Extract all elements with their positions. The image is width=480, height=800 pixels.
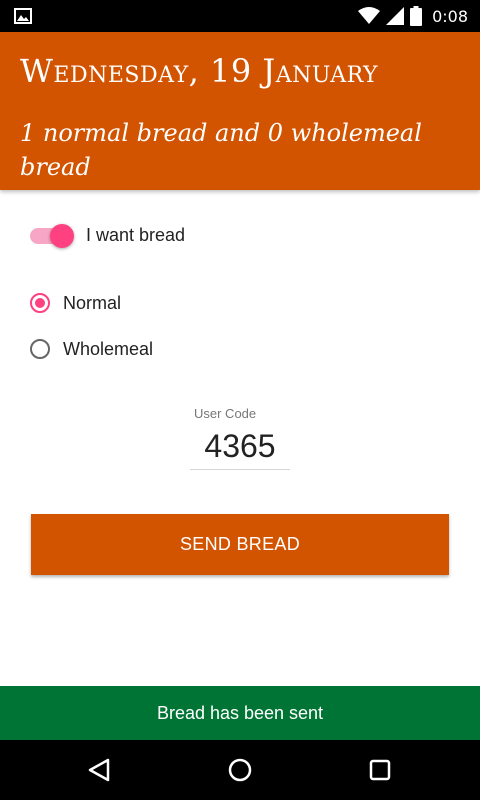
- status-bar: 0:08: [0, 0, 480, 32]
- want-bread-row[interactable]: I want bread: [30, 218, 185, 252]
- radio-wholemeal[interactable]: Wholemeal: [30, 334, 153, 364]
- send-bread-button[interactable]: SEND BREAD: [31, 514, 449, 575]
- status-time: 0:08: [432, 6, 468, 26]
- page-title: Wednesday, 19 January: [20, 52, 378, 90]
- home-icon[interactable]: [227, 757, 253, 783]
- user-code-label: User Code: [194, 406, 257, 421]
- radio-wholemeal-indicator[interactable]: [30, 339, 50, 359]
- want-bread-switch[interactable]: [30, 218, 76, 252]
- want-bread-label[interactable]: I want bread: [86, 225, 185, 246]
- status-icons: 0:08: [358, 5, 468, 27]
- bread-summary: 1 normal bread and 0 wholemeal bread: [20, 119, 422, 181]
- switch-thumb[interactable]: [50, 224, 74, 248]
- radio-normal-indicator[interactable]: [30, 293, 50, 313]
- wifi-icon: [358, 7, 381, 24]
- app-screen: 0:08 Wednesday, 19 January 1 normal brea…: [0, 0, 480, 800]
- recent-apps-icon[interactable]: [367, 757, 393, 783]
- image-icon: [14, 8, 32, 24]
- user-code-input[interactable]: [190, 424, 290, 470]
- app-header: Wednesday, 19 January 1 normal bread and…: [0, 32, 480, 190]
- snackbar: Bread has been sent: [0, 686, 480, 740]
- radio-normal-label[interactable]: Normal: [63, 293, 121, 314]
- snackbar-message: Bread has been sent: [156, 702, 324, 723]
- back-icon[interactable]: [86, 757, 112, 783]
- navigation-bar: [0, 740, 480, 800]
- battery-icon: [410, 6, 423, 26]
- signal-icon: [386, 7, 405, 25]
- radio-wholemeal-label[interactable]: Wholemeal: [63, 339, 153, 360]
- radio-normal[interactable]: Normal: [30, 288, 121, 318]
